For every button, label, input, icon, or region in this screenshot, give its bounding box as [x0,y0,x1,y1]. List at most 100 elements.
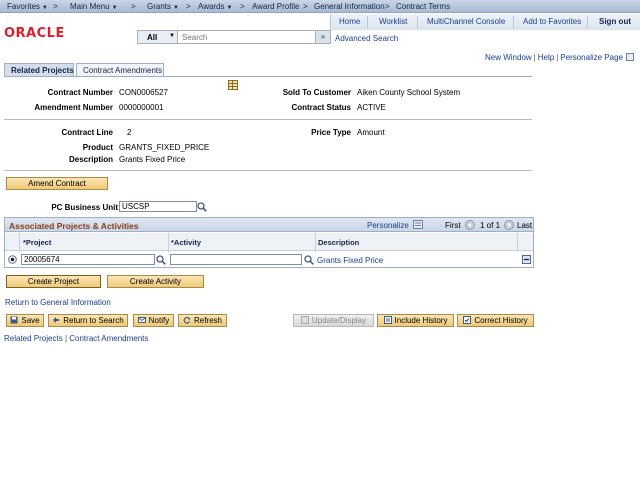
breadcrumb-awards[interactable]: Awards ▼ [198,2,232,11]
contract-number-label: Contract Number [47,88,113,97]
menu-sep: > [240,2,245,11]
project-field[interactable]: 20005674 [21,254,155,265]
return-to-search-button[interactable]: Return to Search [48,314,128,327]
breadcrumb-general-information[interactable]: General Information [314,2,385,11]
breadcrumb-grants[interactable]: Grants ▼ [147,2,179,11]
divider: | [533,53,536,62]
chevron-down-icon: ▼ [169,33,175,39]
row-description-link[interactable]: Grants Fixed Price [317,256,383,265]
divider [417,16,418,28]
price-type-value: Amount [357,128,385,137]
column-description[interactable]: Description [318,238,359,247]
contract-line-value: 2 [127,128,132,137]
correct-history-icon [463,316,472,324]
window-icon[interactable] [626,53,634,61]
column-activity[interactable]: *Activity [171,238,201,247]
contract-status-label: Contract Status [291,103,351,112]
previous-icon[interactable] [465,220,475,230]
view-all-icon[interactable] [413,220,423,229]
divider [4,119,532,120]
amendment-number-value: 0000000001 [119,103,164,112]
grid-personalize-link[interactable]: Personalize [367,221,409,230]
home-link[interactable]: Home [339,17,360,26]
include-history-button[interactable]: Include History [377,314,454,327]
divider: | [556,53,559,62]
divider [367,16,368,28]
search-input[interactable] [179,31,314,43]
notify-label: Notify [148,316,170,325]
add-to-favorites-link[interactable]: Add to Favorites [523,17,581,26]
favorites-label: Favorites [7,2,40,11]
delete-row-icon[interactable] [522,255,531,264]
sold-to-customer-label: Sold To Customer [282,88,351,97]
save-label: Save [21,316,40,325]
breadcrumb-award-profile[interactable]: Award Profile [252,2,299,11]
lookup-icon[interactable] [156,255,166,265]
save-icon [10,316,18,324]
row-select-radio[interactable] [8,255,17,264]
worklist-link[interactable]: Worklist [379,17,407,26]
help-link[interactable]: Help [538,53,554,62]
grid-header: Associated Projects & Activities Persona… [5,218,533,232]
save-button[interactable]: Save [6,314,44,327]
contract-amendments-link[interactable]: Contract Amendments [69,334,148,343]
search-go-button[interactable]: » [315,31,330,43]
update-display-label: Update/Display [311,316,367,325]
multichannel-console-link[interactable]: MultiChannel Console [427,17,505,26]
lookup-icon[interactable] [197,202,207,212]
main-menu[interactable]: Main Menu ▼ [70,2,118,11]
personalize-page-link[interactable]: Personalize Page [560,53,623,62]
contract-number-value: CON0006527 [119,88,168,97]
divider: | [64,334,68,343]
spreadsheet-icon[interactable] [228,80,238,90]
include-history-icon [383,316,392,324]
amend-contract-button[interactable]: Amend Contract [6,177,108,190]
menu-bar: Favorites ▼ > Main Menu ▼ > Grants ▼ > Awar… [0,0,640,13]
tab-contract-amendments[interactable]: Contract Amendments [76,63,164,76]
universal-nav: Home Worklist MultiChannel Console Add t… [330,14,640,30]
activity-field[interactable] [170,254,302,265]
sign-out-link[interactable]: Sign out [599,17,631,26]
pc-business-unit-field[interactable]: USCSP [119,201,197,212]
return-to-search-label: Return to Search [63,316,124,325]
search-scope-select[interactable]: All ▼ [138,31,178,43]
chevron-down-icon: ▼ [226,5,233,11]
lookup-icon[interactable] [304,255,314,265]
contract-line-label: Contract Line [61,128,113,137]
chevron-down-icon: ▼ [111,5,118,11]
refresh-button[interactable]: Refresh [178,314,227,327]
menu-sep: > [53,2,58,11]
correct-history-button[interactable]: Correct History [457,314,534,327]
sold-to-customer-value: Aiken County School System [357,88,461,97]
include-history-label: Include History [394,316,448,325]
create-project-button[interactable]: Create Project [6,275,101,288]
oracle-logo: ORACLE [4,26,65,41]
page-links: New Window | Help | Personalize Page [485,53,634,62]
return-to-general-information-link[interactable]: Return to General Information [5,298,111,307]
new-window-link[interactable]: New Window [485,53,532,62]
breadcrumb-contract-terms[interactable]: Contract Terms [396,2,450,11]
contract-status-value: ACTIVE [357,103,386,112]
favorites-menu[interactable]: Favorites ▼ [7,2,48,11]
description-value: Grants Fixed Price [119,155,186,164]
menu-sep: > [131,2,136,11]
description-label: Description [68,155,113,164]
divider [4,76,532,77]
column-project[interactable]: *Project [23,238,51,247]
first-label: First [445,221,461,230]
update-display-button: Update/Display [293,314,374,327]
last-label: Last [517,221,533,230]
return-icon [53,317,60,323]
refresh-label: Refresh [193,316,222,325]
create-activity-button[interactable]: Create Activity [107,275,204,288]
notify-button[interactable]: Notify [133,314,174,327]
correct-history-label: Correct History [474,316,528,325]
price-type-label: Price Type [311,128,351,137]
advanced-search-link[interactable]: Advanced Search [335,34,398,43]
refresh-icon [183,316,191,324]
associated-projects-grid: Associated Projects & Activities Persona… [4,217,534,268]
related-projects-link[interactable]: Related Projects [4,334,63,343]
divider [4,170,532,171]
next-icon[interactable] [504,220,514,230]
tab-related-projects[interactable]: Related Projects [4,63,74,76]
